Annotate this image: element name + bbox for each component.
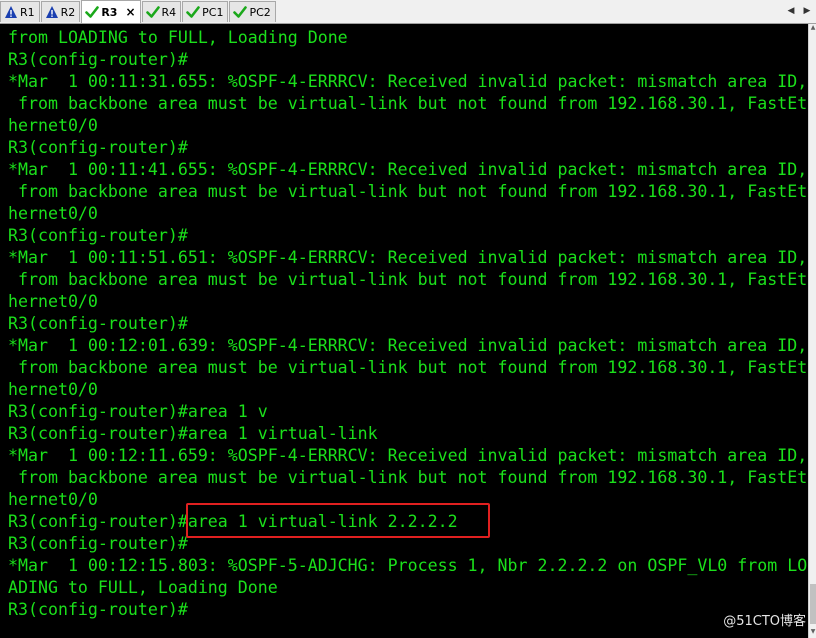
vertical-scrollbar[interactable]: ▲ ▼ [808,24,816,638]
tab-r4[interactable]: R4 [141,1,182,22]
terminal-line: from backbone area must be virtual-link … [8,94,808,113]
tab-r2[interactable]: R2 [40,1,81,22]
terminal-line: from backbone area must be virtual-link … [8,358,808,377]
terminal-output[interactable]: from LOADING to FULL, Loading Done R3(con… [0,24,808,638]
terminal-line: R3(config-router)#area 1 virtual-link 2.… [8,512,458,531]
terminal-line: *Mar 1 00:11:51.651: %OSPF-4-ERRRCV: Rec… [8,248,808,267]
terminal-line: *Mar 1 00:11:41.655: %OSPF-4-ERRRCV: Rec… [8,160,808,179]
scroll-up-icon[interactable]: ▲ [809,24,816,34]
tab-label: PC1 [202,5,224,19]
terminal-line: R3(config-router)# [8,50,188,69]
terminal-line: ADING to FULL, Loading Done [8,578,278,597]
terminal-line: *Mar 1 00:12:01.639: %OSPF-4-ERRRCV: Rec… [8,336,808,355]
terminal-line: R3(config-router)#area 1 virtual-link [8,424,378,443]
tab-label: R3 [101,5,118,19]
tab-scroll-right-icon[interactable]: ▶ [800,3,814,19]
terminal-line: hernet0/0 [8,116,98,135]
tab-r1[interactable]: R1 [0,1,40,22]
tab-list: R1 R2 R3 × R4 PC1 PC2 [0,0,277,23]
tab-label: R4 [161,5,177,19]
terminal-line: R3(config-router)# [8,600,188,619]
terminal-line: *Mar 1 00:12:11.659: %OSPF-4-ERRRCV: Rec… [8,446,808,465]
tab-pc2[interactable]: PC2 [229,1,276,22]
terminal-line: R3(config-router)# [8,226,188,245]
check-icon [186,6,200,18]
scrollbar-thumb[interactable] [810,584,816,624]
terminal-line: hernet0/0 [8,380,98,399]
session-tab-bar: R1 R2 R3 × R4 PC1 PC2 ◀ ▶ [0,0,816,24]
tab-scroll-left-icon[interactable]: ◀ [784,3,798,19]
scroll-down-icon[interactable]: ▼ [809,628,816,638]
terminal-line: hernet0/0 [8,292,98,311]
terminal-line: hernet0/0 [8,490,98,509]
check-icon [145,6,160,18]
tab-label: R2 [60,5,76,19]
terminal-line: R3(config-router)#area 1 v [8,402,268,421]
terminal-line: hernet0/0 [8,204,98,223]
check-icon [233,6,248,18]
terminal-line: R3(config-router)# [8,138,188,157]
tab-pc1[interactable]: PC1 [182,1,229,22]
tab-label: R1 [20,5,35,19]
terminal-line: R3(config-router)# [8,314,188,333]
tab-scroll-buttons: ◀ ▶ [784,3,814,19]
close-tab-icon[interactable]: × [125,5,135,19]
terminal-line: *Mar 1 00:12:15.803: %OSPF-5-ADJCHG: Pro… [8,556,808,575]
tab-r3[interactable]: R3 × [81,0,141,23]
warning-triangle-icon [45,6,58,18]
tab-label: PC2 [249,5,271,19]
terminal-line: from backbone area must be virtual-link … [8,182,808,201]
terminal-line: *Mar 1 00:11:31.655: %OSPF-4-ERRRCV: Rec… [8,72,808,91]
terminal-line: R3(config-router)# [8,534,188,553]
warning-triangle-icon [5,6,17,18]
terminal-line: from backbone area must be virtual-link … [8,270,808,289]
terminal-line: from backbone area must be virtual-link … [8,468,808,487]
watermark: @51CTO博客 [723,614,806,629]
terminal-line: from LOADING to FULL, Loading Done [8,28,348,47]
check-icon [85,6,100,18]
